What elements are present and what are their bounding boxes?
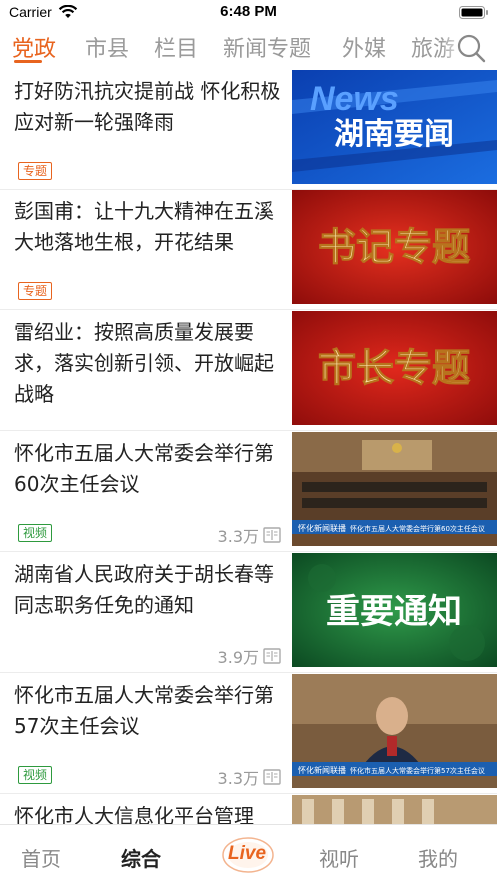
news-list: 打好防汛抗灾提前战 怀化积极应对新一轮强降雨 专题 News 湖南要闻 彭国甫：… <box>0 70 497 824</box>
search-icon[interactable] <box>455 32 487 64</box>
view-count: 3.3万 <box>218 523 281 547</box>
status-bar: Carrier 6:48 PM <box>0 0 497 26</box>
news-thumbnail: News 湖南要闻 <box>292 70 497 184</box>
news-item[interactable]: 打好防汛抗灾提前战 怀化积极应对新一轮强降雨 专题 News 湖南要闻 <box>0 70 497 190</box>
news-title: 雷绍业：按照高质量发展要求，落实创新引领、开放崛起战略 <box>14 320 274 406</box>
thumb-caption: 重要通知 <box>326 592 462 632</box>
station-logo: 怀化新闻联播 <box>298 765 346 775</box>
channel-tab-county[interactable]: 市县 <box>85 31 129 63</box>
news-title: 湖南省人民政府关于胡长春等同志职务任免的通知 <box>14 562 274 617</box>
channel-tab-news-special[interactable]: 新闻专题 <box>223 31 311 63</box>
comment-icon <box>263 769 281 785</box>
news-title: 怀化市人大信息化平台管理 <box>14 804 254 824</box>
news-item[interactable]: 怀化市五届人大常委会举行第60次主任会议 视频 3.3万 怀化新闻联播 怀化市五… <box>0 432 497 552</box>
news-title: 打好防汛抗灾提前战 怀化积极应对新一轮强降雨 <box>14 79 281 134</box>
comment-icon <box>263 527 281 543</box>
channel-tab-bar: 党政 市县 栏目 新闻专题 外媒 旅游 <box>0 26 497 70</box>
news-item[interactable]: 彭国甫：让十九大精神在五溪大地落地生根，开花结果 专题 书记专题 <box>0 190 497 310</box>
channel-tab-column[interactable]: 栏目 <box>154 31 198 63</box>
news-title: 彭国甫：让十九大精神在五溪大地落地生根，开花结果 <box>14 199 274 254</box>
news-thumbnail: 市长专题 <box>292 311 497 425</box>
thumb-caption: 湖南要闻 <box>334 117 454 152</box>
nav-home[interactable]: 首页 <box>11 843 71 872</box>
news-thumbnail <box>292 795 497 824</box>
view-count: 3.3万 <box>218 765 281 789</box>
news-item[interactable]: 湖南省人民政府关于胡长春等同志职务任免的通知 3.9万 重要通知 <box>0 553 497 673</box>
news-thumbnail: 书记专题 <box>292 190 497 304</box>
comment-icon <box>263 648 281 664</box>
news-title: 怀化市五届人大常委会举行第57次主任会议 <box>14 683 274 738</box>
thumb-caption: 怀化市五届人大常委会举行第60次主任会议 <box>350 524 485 533</box>
special-tag: 专题 <box>18 162 53 180</box>
news-title: 怀化市五届人大常委会举行第60次主任会议 <box>14 441 274 496</box>
video-thumbnail: 怀化新闻联播 怀化市五届人大常委会举行第57次主任会议 <box>292 674 497 788</box>
news-item[interactable]: 雷绍业：按照高质量发展要求，落实创新引领、开放崛起战略 市长专题 <box>0 311 497 431</box>
battery-icon <box>459 6 488 19</box>
channel-tab-foreign-media[interactable]: 外媒 <box>342 31 386 63</box>
thumb-caption: 市长专题 <box>318 346 470 390</box>
nav-video[interactable]: 视听 <box>309 843 369 872</box>
video-thumbnail: 怀化新闻联播 怀化市五届人大常委会举行第60次主任会议 <box>292 432 497 546</box>
station-logo: 怀化新闻联播 <box>298 523 346 533</box>
view-count-value: 3.9万 <box>217 648 259 667</box>
channel-tab-party[interactable]: 党政 <box>12 31 56 63</box>
news-item[interactable]: 怀化市五届人大常委会举行第57次主任会议 视频 3.3万 怀化新闻联播 怀化市五… <box>0 674 497 794</box>
view-count-value: 3.3万 <box>217 527 259 546</box>
thumb-news-word: News <box>310 80 399 118</box>
special-tag: 专题 <box>18 282 53 300</box>
nav-live[interactable]: Live <box>228 843 266 865</box>
bottom-nav: 首页 综合 Live 视听 我的 <box>0 824 497 883</box>
news-item[interactable]: 怀化市人大信息化平台管理 <box>0 795 497 824</box>
video-tag: 视频 <box>18 766 53 784</box>
news-thumbnail: 重要通知 <box>292 553 497 667</box>
thumb-caption: 书记专题 <box>318 225 470 269</box>
view-count: 3.9万 <box>218 644 281 668</box>
nav-general[interactable]: 综合 <box>111 843 171 872</box>
status-time: 6:48 PM <box>220 3 277 20</box>
nav-mine[interactable]: 我的 <box>408 843 468 872</box>
active-tab-indicator <box>14 60 42 63</box>
video-tag: 视频 <box>18 524 53 542</box>
view-count-value: 3.3万 <box>217 769 259 788</box>
thumb-caption: 怀化市五届人大常委会举行第57次主任会议 <box>350 766 485 775</box>
